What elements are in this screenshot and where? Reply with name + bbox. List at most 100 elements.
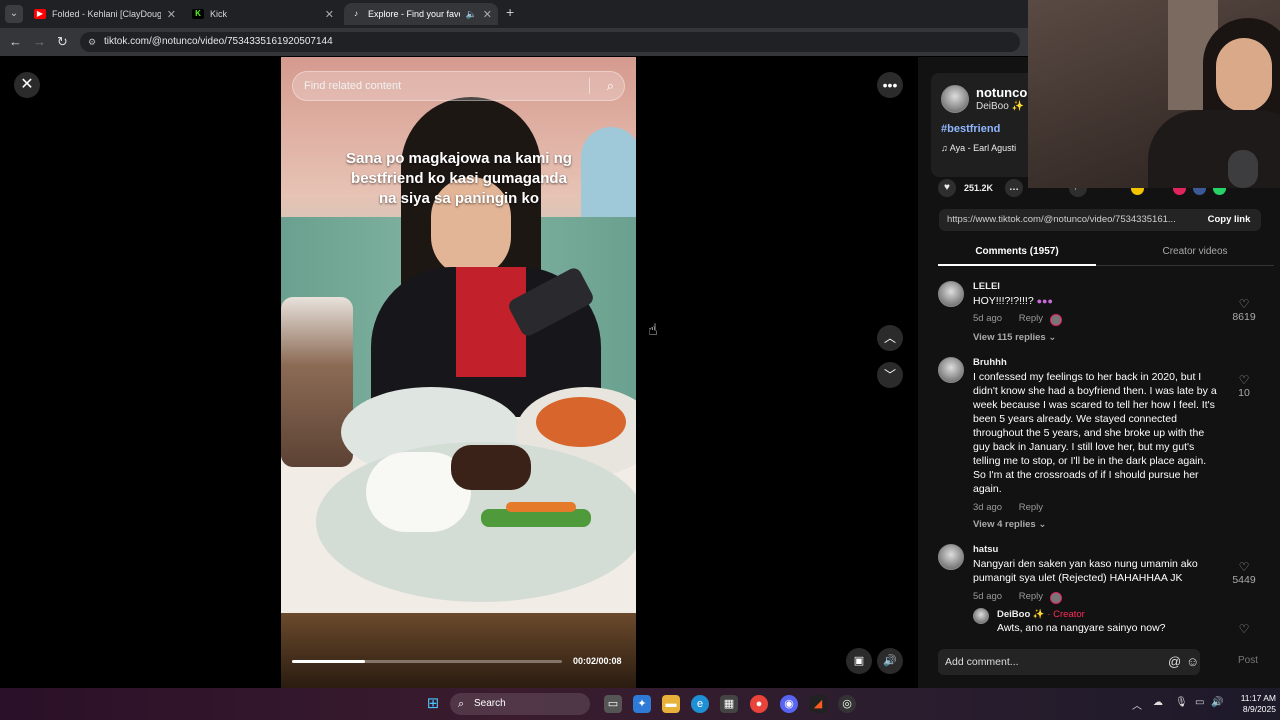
reply-button[interactable]: Reply bbox=[1019, 313, 1043, 324]
store-icon[interactable]: ▦ bbox=[720, 695, 738, 713]
file-explorer-icon[interactable]: ▬ bbox=[662, 695, 680, 713]
heart-outline-icon[interactable]: ♡ bbox=[1230, 560, 1258, 574]
chevron-down-icon: ⌄ bbox=[1038, 519, 1047, 530]
comment-like[interactable]: ♡ 10 bbox=[1230, 373, 1258, 399]
video-player[interactable]: Find related content ⌕ Sana po magkajowa… bbox=[281, 57, 636, 688]
youtube-icon: ▶ bbox=[34, 9, 46, 19]
music-info[interactable]: ♫ Aya - Earl Agusti bbox=[941, 143, 1016, 153]
more-options-button[interactable]: ••• bbox=[877, 72, 903, 98]
video-link-text: https://www.tiktok.com/@notunco/video/75… bbox=[947, 214, 1176, 225]
copilot-icon[interactable]: ✦ bbox=[633, 695, 651, 713]
emoji-icon: ●●● bbox=[1036, 296, 1053, 306]
chrome-icon[interactable]: ● bbox=[750, 695, 768, 713]
tab-title: Folded - Kehlani [ClayDough re bbox=[52, 9, 161, 19]
discord-icon[interactable]: ◉ bbox=[780, 695, 798, 713]
streaming-app-icon[interactable]: ◢ bbox=[809, 695, 827, 713]
obs-icon[interactable]: ◎ bbox=[838, 695, 856, 713]
post-button[interactable]: Post bbox=[1238, 655, 1258, 666]
reply-text: Awts, ano na nangyare sainyo now? bbox=[997, 622, 1166, 634]
video-progress-bar[interactable] bbox=[292, 660, 562, 663]
video-caption: Sana po magkajowa na kami ng bestfriend … bbox=[346, 150, 572, 207]
tab-tiktok[interactable]: ♪ Explore - Find your favourit 🔈 ✕ bbox=[344, 3, 498, 25]
chevron-down-icon: ⌄ bbox=[1048, 332, 1057, 343]
close-video-button[interactable]: ✕ bbox=[14, 72, 40, 98]
search-icon: ⌕ bbox=[458, 698, 465, 710]
system-clock[interactable]: 11:17 AM 8/9/2025 bbox=[1226, 693, 1276, 715]
speaker-icon[interactable]: 🔈 bbox=[466, 9, 477, 20]
mouse-cursor-icon: ☝ bbox=[648, 322, 658, 339]
creator-avatar[interactable] bbox=[973, 608, 989, 624]
copy-link-button[interactable]: Copy link bbox=[1197, 209, 1261, 231]
search-icon[interactable]: ⌕ bbox=[607, 72, 614, 100]
forward-icon[interactable]: → bbox=[33, 34, 46, 49]
close-tab-icon[interactable]: ✕ bbox=[325, 8, 334, 21]
windows-start-icon[interactable]: ⊞ bbox=[424, 695, 442, 713]
reload-icon[interactable]: ↻ bbox=[57, 34, 68, 50]
commenter-avatar[interactable] bbox=[938, 357, 964, 383]
site-info-icon[interactable]: ⚙ bbox=[88, 32, 96, 52]
tab-youtube[interactable]: ▶ Folded - Kehlani [ClayDough re ✕ bbox=[28, 3, 182, 25]
previous-video-button[interactable]: ︿ bbox=[877, 325, 903, 351]
comment-like[interactable]: ♡ 5449 bbox=[1230, 560, 1258, 586]
taskbar-search[interactable]: ⌕ Search bbox=[450, 693, 590, 715]
webcam-overlay bbox=[1028, 0, 1280, 188]
edge-icon[interactable]: e bbox=[691, 695, 709, 713]
comment-icon[interactable]: … bbox=[1005, 179, 1023, 197]
close-tab-icon[interactable]: ✕ bbox=[167, 8, 176, 21]
network-icon[interactable]: ▭ bbox=[1195, 697, 1204, 708]
like-count: 251.2K bbox=[964, 183, 994, 193]
hashtag-link[interactable]: #bestfriend bbox=[941, 123, 1000, 135]
video-link-field[interactable]: https://www.tiktok.com/@notunco/video/75… bbox=[939, 209, 1261, 231]
heart-outline-icon[interactable]: ♡ bbox=[1230, 622, 1258, 636]
volume-button[interactable]: 🔊 bbox=[877, 648, 903, 674]
comment-username[interactable]: LELEI bbox=[973, 281, 1000, 292]
volume-tray-icon[interactable]: 🔊 bbox=[1211, 697, 1223, 708]
new-tab-button[interactable]: + bbox=[506, 4, 514, 20]
find-related-search[interactable]: Find related content ⌕ bbox=[292, 71, 625, 101]
commenter-avatar[interactable] bbox=[938, 281, 964, 307]
comment-time: 3d ago bbox=[973, 502, 1003, 513]
tab-search-icon[interactable]: ⌄ bbox=[5, 5, 23, 23]
microphone-tray-icon[interactable]: 🎙 bbox=[1175, 697, 1188, 708]
task-view-icon[interactable]: ▭ bbox=[604, 695, 622, 713]
author-username[interactable]: notunco bbox=[976, 85, 1027, 100]
close-tab-icon[interactable]: ✕ bbox=[483, 8, 492, 21]
comment-like[interactable]: ♡ 8619 bbox=[1230, 297, 1258, 323]
next-video-button[interactable]: ﹀ bbox=[877, 362, 903, 388]
mention-icon[interactable]: @ bbox=[1168, 649, 1181, 675]
emoji-icon[interactable]: ☺ bbox=[1186, 649, 1199, 675]
reply-username[interactable]: DeiBoo ✨ · Creator bbox=[997, 609, 1085, 620]
add-comment-placeholder: Add comment... bbox=[945, 656, 1019, 668]
heart-icon[interactable]: ♥ bbox=[938, 179, 956, 197]
author-avatar[interactable] bbox=[941, 85, 969, 113]
windows-taskbar: ⊞ ⌕ Search ▭ ✦ ▬ e ▦ ● ◉ ◢ ◎ ︿ ☁ 🎙 ▭ 🔊 1… bbox=[0, 688, 1280, 720]
tab-creator-videos[interactable]: Creator videos bbox=[1116, 246, 1274, 257]
find-related-placeholder: Find related content bbox=[304, 80, 402, 92]
author-nickname: DeiBoo ✨ bbox=[976, 101, 1025, 112]
url-field[interactable]: ⚙ tiktok.com/@notunco/video/753433516192… bbox=[80, 32, 1020, 52]
tab-title: Kick bbox=[210, 9, 228, 19]
reply-button[interactable]: Reply bbox=[1019, 502, 1043, 513]
comment-item: hatsu Nangyari den saken yan kaso nung u… bbox=[938, 544, 1258, 636]
comment-username[interactable]: Bruhhh bbox=[973, 357, 1007, 368]
comment-username[interactable]: hatsu bbox=[973, 544, 998, 555]
comment-meta: 3d ago Reply bbox=[973, 502, 1057, 513]
tab-comments[interactable]: Comments (1957) bbox=[938, 246, 1096, 257]
heart-outline-icon[interactable]: ♡ bbox=[1230, 373, 1258, 387]
view-replies-button[interactable]: View 4 replies ⌄ bbox=[973, 519, 1046, 530]
comment-like-count: 5449 bbox=[1232, 574, 1256, 586]
floating-player-button[interactable]: ▣ bbox=[846, 648, 872, 674]
cloud-icon[interactable]: ☁ bbox=[1153, 697, 1163, 708]
heart-outline-icon[interactable]: ♡ bbox=[1230, 297, 1258, 311]
add-comment-input[interactable]: Add comment... @ ☺ bbox=[938, 649, 1200, 675]
tray-overflow-icon[interactable]: ︿ bbox=[1132, 697, 1142, 712]
screen: ⌄ ▶ Folded - Kehlani [ClayDough re ✕ K K… bbox=[0, 0, 1280, 720]
clock-time: 11:17 AM bbox=[1240, 693, 1276, 703]
back-icon[interactable]: ← bbox=[9, 34, 22, 49]
commenter-avatar[interactable] bbox=[938, 544, 964, 570]
view-replies-button[interactable]: View 115 replies ⌄ bbox=[973, 332, 1056, 343]
reply-button[interactable]: Reply bbox=[1019, 591, 1043, 602]
reply-like[interactable]: ♡ bbox=[1230, 622, 1258, 636]
panel-tabs: Comments (1957) Creator videos bbox=[938, 239, 1274, 266]
tab-kick[interactable]: K Kick ✕ bbox=[186, 3, 340, 25]
